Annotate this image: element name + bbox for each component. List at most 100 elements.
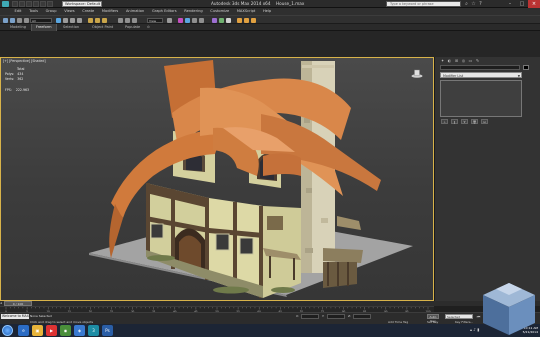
window-crossing-icon[interactable]	[77, 18, 82, 23]
menu-tools[interactable]: Tools	[26, 8, 41, 15]
display-tab-icon[interactable]: ▭	[468, 58, 473, 63]
workspace-select[interactable]: Workspace: Default	[62, 1, 102, 7]
new-file-icon[interactable]	[12, 1, 18, 7]
tab-selection[interactable]: Selection	[63, 24, 79, 31]
menu-group[interactable]: Group	[42, 8, 59, 15]
render-production-icon[interactable]	[251, 18, 256, 23]
y-coord-field[interactable]	[327, 314, 345, 319]
mirror-icon[interactable]	[178, 18, 183, 23]
binoculars-icon[interactable]: ⌕	[464, 1, 469, 7]
redo-icon[interactable]	[40, 1, 46, 7]
close-button[interactable]: ×	[528, 0, 540, 8]
rendered-frame-window-icon[interactable]	[244, 18, 249, 23]
hierarchy-tab-icon[interactable]: ⊞	[454, 58, 459, 63]
curve-editor-icon[interactable]	[212, 18, 217, 23]
selection-status: None Selected	[30, 314, 52, 318]
menu-rendering[interactable]: Rendering	[181, 8, 206, 15]
maximize-button[interactable]: □	[516, 0, 528, 8]
ribbon-options-icon[interactable]: ⊙	[147, 24, 150, 31]
make-unique-icon[interactable]: ∀	[461, 119, 468, 124]
select-and-rotate-icon[interactable]	[95, 18, 100, 23]
menu-customize[interactable]: Customize	[207, 8, 232, 15]
menu-views[interactable]: Views	[61, 8, 78, 15]
perspective-viewport[interactable]: [+] [Perspective] [Shaded] Total Polys: …	[0, 57, 434, 301]
menu-create[interactable]: Create	[79, 8, 97, 15]
pivot-center-icon[interactable]	[167, 18, 172, 23]
taskbar-media-icon[interactable]: ▶	[46, 325, 57, 336]
menu-modifiers[interactable]: Modifiers	[99, 8, 122, 15]
taskbar-explorer-icon[interactable]: ▣	[32, 325, 43, 336]
project-folder-icon[interactable]	[47, 1, 53, 7]
menu-edit[interactable]: Edit	[11, 8, 24, 15]
undo-icon[interactable]	[33, 1, 39, 7]
select-object-icon[interactable]	[56, 18, 61, 23]
object-name-field[interactable]	[440, 65, 520, 70]
modify-tab-icon[interactable]: ◐	[447, 58, 452, 63]
z-coord-field[interactable]	[353, 314, 371, 319]
taskbar-3dsmax-icon[interactable]: 3	[88, 325, 99, 336]
select-and-move-icon[interactable]	[88, 18, 93, 23]
reference-coordinate-select[interactable]: View	[147, 18, 163, 23]
unlink-icon[interactable]	[24, 18, 29, 23]
key-set-select[interactable]: Selected	[445, 314, 473, 319]
render-setup-icon[interactable]	[237, 18, 242, 23]
help-icon[interactable]: ?	[478, 1, 483, 7]
object-color-swatch[interactable]	[523, 65, 529, 70]
menu-graph-editors[interactable]: Graph Editors	[149, 8, 180, 15]
select-and-scale-icon[interactable]	[102, 18, 107, 23]
house-model[interactable]	[1, 58, 434, 301]
app-logo-icon[interactable]	[2, 1, 9, 7]
configure-modifier-sets-icon[interactable]: ⊡	[481, 119, 488, 124]
selection-filter-select[interactable]: All	[30, 18, 52, 23]
angle-snap-icon[interactable]	[125, 18, 130, 23]
communication-center-icon[interactable]: ☆	[471, 1, 476, 7]
taskbar-app-icon[interactable]: ◈	[74, 325, 85, 336]
create-tab-icon[interactable]: ✦	[440, 58, 445, 63]
tab-object-paint[interactable]: Object Paint	[92, 24, 113, 31]
window-title: Autodesk 3ds Max 2014 x64	[211, 1, 271, 6]
start-button-icon[interactable]	[2, 325, 13, 336]
taskbar-chrome-icon[interactable]: ◉	[60, 325, 71, 336]
graphite-toggle-icon[interactable]	[199, 18, 204, 23]
menu-bar: Edit Tools Group Views Create Modifiers …	[0, 8, 540, 15]
save-file-icon[interactable]	[26, 1, 32, 7]
y-coord-label: Y:	[322, 314, 325, 318]
x-coord-field[interactable]	[301, 314, 319, 319]
minimize-button[interactable]: –	[504, 0, 516, 8]
menu-animation[interactable]: Animation	[123, 8, 148, 15]
snaps-toggle-icon[interactable]	[118, 18, 123, 23]
pin-stack-icon[interactable]: ⊥	[441, 119, 448, 124]
material-editor-icon[interactable]	[226, 18, 231, 23]
layer-manager-icon[interactable]	[192, 18, 197, 23]
modifier-list-label: Modifier List	[443, 74, 464, 78]
maxscript-listener[interactable]: Welcome to MAX	[1, 314, 29, 319]
percent-snap-icon[interactable]	[132, 18, 137, 23]
tab-modeling[interactable]: Modeling	[10, 24, 26, 31]
redo-tool-icon[interactable]	[10, 18, 15, 23]
search-input[interactable]: Type a keyword or phrase	[386, 1, 461, 7]
house-walls[interactable]	[146, 183, 301, 298]
motion-tab-icon[interactable]: ◎	[461, 58, 466, 63]
link-icon[interactable]	[17, 18, 22, 23]
menu-help[interactable]: Help	[260, 8, 275, 15]
schematic-view-icon[interactable]	[219, 18, 224, 23]
auto-key-button[interactable]: Auto Key	[427, 314, 439, 323]
navigation-cube-icon[interactable]	[478, 279, 540, 337]
rectangular-selection-icon[interactable]	[70, 18, 75, 23]
modifier-stack[interactable]	[440, 80, 522, 117]
tab-freeform[interactable]: Freeform	[31, 24, 57, 31]
undo-tool-icon[interactable]	[3, 18, 8, 23]
menu-maxscript[interactable]: MAXScript	[234, 8, 259, 15]
taskbar-photoshop-icon[interactable]: Ps	[102, 325, 113, 336]
open-file-icon[interactable]	[19, 1, 25, 7]
taskbar-ie-icon[interactable]: e	[18, 325, 29, 336]
show-end-result-icon[interactable]: ‖	[451, 119, 458, 124]
select-by-name-icon[interactable]	[63, 18, 68, 23]
modifier-list-select[interactable]: Modifier List ▼	[440, 72, 522, 78]
main-toolbar: All View	[0, 15, 540, 24]
utilities-tab-icon[interactable]: ✎	[475, 58, 480, 63]
align-icon[interactable]	[185, 18, 190, 23]
chevron-down-icon: ▼	[517, 74, 520, 78]
remove-modifier-icon[interactable]: 🗑	[471, 119, 478, 124]
tab-populate[interactable]: Populate	[125, 24, 140, 31]
